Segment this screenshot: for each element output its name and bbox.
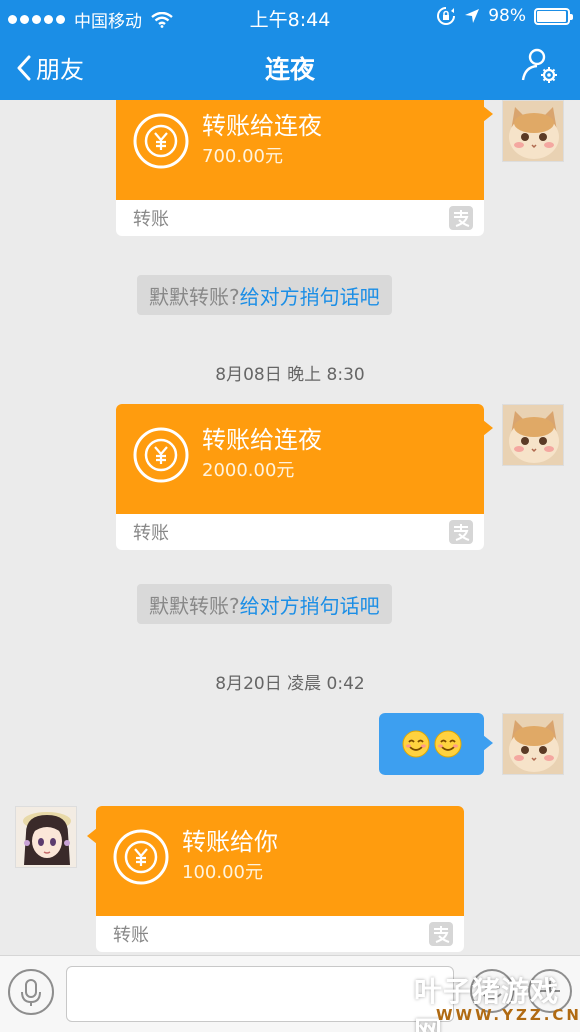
kitten-avatar-image (503, 714, 563, 774)
transfer-card-header: 转账给连夜 2000.00元 (116, 404, 493, 514)
contact-settings-icon[interactable] (520, 48, 560, 84)
transfer-card-header: 转账给连夜 700.00元 (116, 100, 493, 200)
transfer-message-sent[interactable]: 转账给连夜 2000.00元 转账 (116, 404, 493, 550)
transfer-title: 转账给你 (182, 828, 278, 856)
transfer-footer-label: 转账 (113, 925, 149, 946)
transfer-message-hint: 默默转账? 给对方捎句话吧 (137, 584, 392, 624)
anime-girl-avatar-image (16, 807, 76, 867)
transfer-message-received[interactable]: 转账给你 100.00元 转账 (87, 806, 464, 952)
battery-icon (534, 7, 573, 25)
transfer-footer-label: 转账 (133, 523, 169, 544)
rotation-lock-icon (437, 7, 456, 25)
yuan-transfer-icon (133, 113, 189, 169)
smiling-face-icon (434, 730, 461, 758)
chat-history[interactable]: 转账给连夜 700.00元 转账 默默转账? 给对方捎句话吧 8月08日 晚上 … (0, 100, 580, 955)
add-message-link[interactable]: 给对方捎句话吧 (240, 590, 380, 619)
smiling-face-icon (402, 730, 429, 758)
transfer-amount: 700.00元 (202, 146, 283, 167)
transfer-title: 转账给连夜 (202, 112, 322, 140)
location-arrow-icon (465, 9, 480, 23)
alipay-icon (449, 520, 473, 544)
kitten-avatar-image (503, 101, 563, 161)
voice-input-button[interactable] (8, 969, 54, 1015)
yuan-transfer-icon (133, 427, 189, 483)
transfer-amount: 100.00元 (182, 862, 263, 883)
status-bar: 中国移动 上午8:44 98% (0, 0, 580, 34)
microphone-icon (21, 979, 41, 1006)
transfer-footer-label: 转账 (133, 209, 169, 230)
message-input[interactable] (66, 966, 454, 1022)
my-avatar[interactable] (502, 713, 564, 775)
alipay-icon (449, 206, 473, 230)
friend-avatar[interactable] (15, 806, 77, 868)
emoji-message-sent[interactable]: 😊😊 (379, 713, 493, 775)
chat-timestamp: 8月20日 凌晨 0:42 (215, 674, 365, 694)
page-title: 连夜 (264, 55, 315, 84)
chat-timestamp: 8月08日 晚上 8:30 (215, 365, 365, 385)
transfer-amount: 2000.00元 (202, 460, 295, 481)
watermark-url: WWW.YZZ.CN (436, 1006, 580, 1024)
yuan-transfer-icon (113, 829, 169, 885)
nav-bar: 朋友 连夜 (0, 34, 580, 100)
my-avatar[interactable] (502, 100, 564, 162)
kitten-avatar-image (503, 405, 563, 465)
transfer-message-sent[interactable]: 转账给连夜 700.00元 转账 (116, 100, 493, 236)
alipay-icon (429, 922, 453, 946)
transfer-card-header: 转账给你 100.00元 (87, 806, 464, 916)
battery-percent: 98% (488, 6, 526, 26)
site-watermark: 叶子猪游戏网 WWW.YZZ.CN (414, 970, 579, 1032)
hint-prefix: 默默转账? (149, 593, 240, 618)
transfer-title: 转账给连夜 (202, 426, 322, 454)
hint-prefix: 默默转账? (149, 284, 240, 309)
battery-fill (537, 10, 567, 22)
transfer-message-hint: 默默转账? 给对方捎句话吧 (137, 275, 392, 315)
add-message-link[interactable]: 给对方捎句话吧 (240, 281, 380, 310)
my-avatar[interactable] (502, 404, 564, 466)
